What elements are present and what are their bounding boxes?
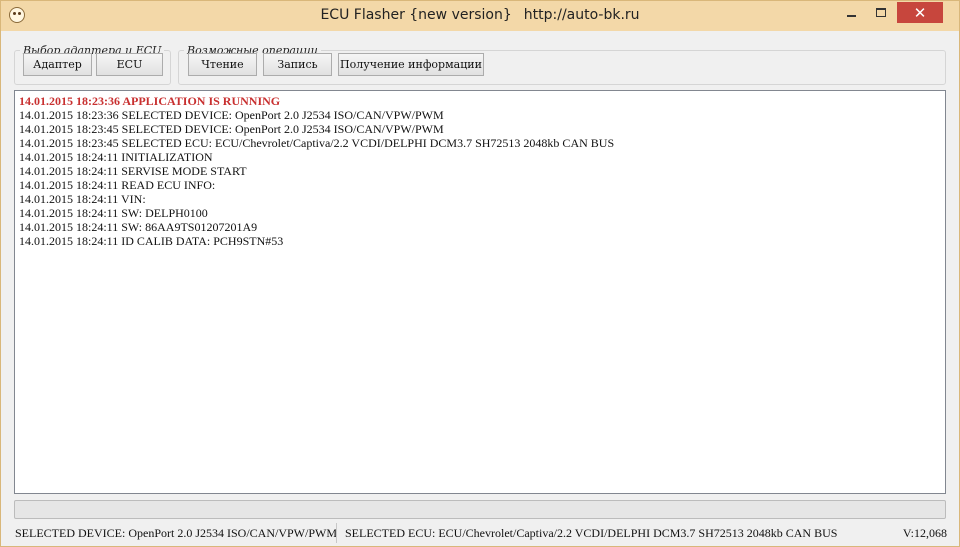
log-line: 14.01.2015 18:24:11 SERVISE MODE START	[19, 164, 247, 178]
get-info-button[interactable]: Получение информации	[338, 53, 484, 76]
log-line: 14.01.2015 18:24:11 SW: DELPH0100	[19, 206, 208, 220]
log-line: 14.01.2015 18:24:11 SW: 86AA9TS01207201A…	[19, 220, 258, 234]
write-button[interactable]: Запись	[263, 53, 332, 76]
log-line: 14.01.2015 18:24:11 ID CALIB DATA: PCH9S…	[19, 234, 284, 248]
log-line: 14.01.2015 18:24:11 READ ECU INFO:	[19, 178, 216, 192]
log-line: 14.01.2015 18:24:11 INITIALIZATION	[19, 150, 213, 164]
window-title-text: ECU Flasher {new version}	[320, 7, 512, 23]
status-device: SELECTED DEVICE: OpenPort 2.0 J2534 ISO/…	[9, 523, 337, 543]
progress-bar	[14, 500, 946, 519]
app-window: ECU Flasher {new version} http://auto-bk.…	[0, 0, 960, 547]
maximize-icon	[876, 8, 886, 17]
window-title: ECU Flasher {new version} http://auto-bk.…	[1, 7, 959, 23]
read-button[interactable]: Чтение	[188, 53, 257, 76]
close-icon: ✕	[913, 3, 927, 22]
close-button[interactable]: ✕	[897, 2, 943, 23]
minimize-icon	[846, 14, 856, 17]
ecu-button[interactable]: ECU	[96, 53, 163, 76]
adapter-button[interactable]: Адаптер	[23, 53, 92, 76]
minimize-button[interactable]	[837, 2, 865, 23]
status-version: V:12,068	[902, 525, 947, 540]
status-bar: SELECTED DEVICE: OpenPort 2.0 J2534 ISO/…	[9, 523, 953, 543]
log-line: 14.01.2015 18:23:45 SELECTED DEVICE: Ope…	[19, 122, 444, 136]
window-title-url: http://auto-bk.ru	[523, 7, 640, 23]
log-line: 14.01.2015 18:23:36 APPLICATION IS RUNNI…	[19, 94, 281, 108]
title-bar[interactable]: ECU Flasher {new version} http://auto-bk.…	[1, 1, 959, 31]
log-line: 14.01.2015 18:23:36 SELECTED DEVICE: Ope…	[19, 108, 444, 122]
log-line: 14.01.2015 18:24:11 VIN:	[19, 192, 146, 206]
log-line: 14.01.2015 18:23:45 SELECTED ECU: ECU/Ch…	[19, 136, 615, 150]
status-ecu: SELECTED ECU: ECU/Chevrolet/Captiva/2.2 …	[345, 525, 838, 540]
log-textbox[interactable]: 14.01.2015 18:23:36 APPLICATION IS RUNNI…	[14, 90, 946, 494]
maximize-button[interactable]	[867, 2, 895, 23]
